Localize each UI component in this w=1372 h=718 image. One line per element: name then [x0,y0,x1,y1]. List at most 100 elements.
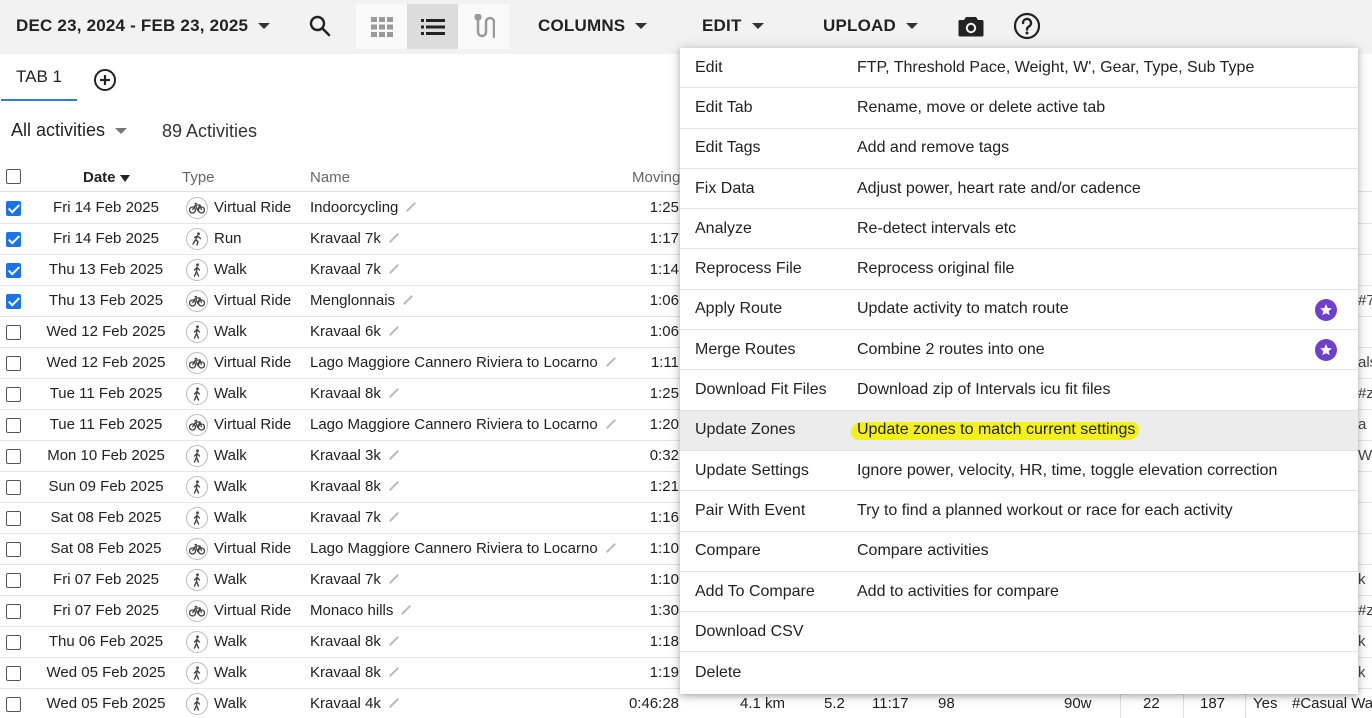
menu-item-compare[interactable]: Compare Compare activities [680,532,1358,572]
row-select-checkbox[interactable] [6,201,21,216]
row-select-checkbox[interactable] [6,480,21,495]
pencil-icon[interactable] [388,512,399,522]
pencil-icon[interactable] [403,295,414,305]
menu-item-add-to-compare[interactable]: Add To Compare Add to activities for comp… [680,572,1358,613]
activity-name[interactable]: Menglonnais [310,292,414,309]
pencil-icon[interactable] [388,481,399,491]
activity-date[interactable]: Mon 10 Feb 2025 [36,447,176,464]
activity-name[interactable]: Kravaal 6k [310,323,400,340]
activity-name[interactable]: Kravaal 4k [310,695,400,712]
activity-name[interactable]: Kravaal 8k [310,664,400,681]
row-select-checkbox[interactable] [6,294,21,309]
pencil-icon[interactable] [388,667,399,677]
menu-item-edit[interactable]: Edit FTP, Threshold Pace, Weight, W', Gea… [680,48,1358,89]
pencil-icon[interactable] [401,605,412,615]
row-select-checkbox[interactable] [6,542,21,557]
select-all-checkbox[interactable] [6,169,21,184]
activity-date[interactable]: Wed 12 Feb 2025 [36,323,176,340]
date-range-selector[interactable]: DEC 23, 2024 - FEB 23, 2025 [16,0,271,52]
activity-name[interactable]: Monaco hills [310,602,412,619]
activity-name[interactable]: Kravaal 7k [310,571,400,588]
menu-item-delete[interactable]: Delete [680,652,1358,692]
help-button[interactable] [1009,8,1045,44]
activity-name[interactable]: Lago Maggiore Cannero Riviera to Locarno [310,540,617,557]
row-select-checkbox[interactable] [6,604,21,619]
pencil-icon[interactable] [406,202,417,212]
pencil-icon[interactable] [388,388,399,398]
activity-name[interactable]: Lago Maggiore Cannero Riviera to Locarno [310,354,617,371]
activity-date[interactable]: Wed 05 Feb 2025 [36,695,176,712]
activity-name[interactable]: Kravaal 8k [310,478,400,495]
columns-menu-button[interactable]: COLUMNS [538,0,648,52]
pencil-icon[interactable] [388,698,399,708]
grid-view-button[interactable] [356,4,407,49]
menu-item-edit-tags[interactable]: Edit Tags Add and remove tags [680,129,1358,169]
activity-date[interactable]: Wed 12 Feb 2025 [36,354,176,371]
row-select-checkbox[interactable] [6,325,21,340]
date-column-header[interactable]: Date [83,169,130,186]
pencil-icon[interactable] [388,264,399,274]
activity-date[interactable]: Fri 07 Feb 2025 [36,571,176,588]
menu-item-download-csv[interactable]: Download CSV [680,612,1358,653]
plus-circle-icon[interactable] [93,68,117,92]
row-select-checkbox[interactable] [6,511,21,526]
activity-date[interactable]: Fri 14 Feb 2025 [36,199,176,216]
activity-date[interactable]: Tue 11 Feb 2025 [36,385,176,402]
pencil-icon[interactable] [388,636,399,646]
activity-name[interactable]: Kravaal 7k [310,230,400,247]
activity-date[interactable]: Fri 07 Feb 2025 [36,602,176,619]
menu-item-apply-route[interactable]: Apply Route Update activity to match rout… [680,290,1358,331]
tab-1[interactable]: TAB 1 [1,54,77,101]
pencil-icon[interactable] [388,326,399,336]
menu-item-update-settings[interactable]: Update Settings Ignore power, velocity, H… [680,451,1358,492]
menu-item-merge-routes[interactable]: Merge Routes Combine 2 routes into one [680,330,1358,371]
menu-item-reprocess-file[interactable]: Reprocess File Reprocess original file [680,249,1358,290]
upload-menu-button[interactable]: UPLOAD [823,0,918,52]
screenshot-button[interactable] [953,8,989,44]
menu-item-download-fit-files[interactable]: Download Fit Files Download zip of Interv… [680,370,1358,411]
activity-name[interactable]: Lago Maggiore Cannero Riviera to Locarno [310,416,617,433]
pencil-icon[interactable] [388,574,399,584]
activity-name[interactable]: Indoorcycling [310,199,417,216]
activity-name[interactable]: Kravaal 7k [310,509,400,526]
activity-date[interactable]: Sun 09 Feb 2025 [36,478,176,495]
activity-date[interactable]: Wed 05 Feb 2025 [36,664,176,681]
row-select-checkbox[interactable] [6,635,21,650]
activity-date[interactable]: Tue 11 Feb 2025 [36,416,176,433]
type-column-header[interactable]: Type [182,169,215,186]
activity-filter-select[interactable]: All activities [11,120,128,141]
menu-item-edit-tab[interactable]: Edit Tab Rename, move or delete active ta… [680,88,1358,129]
activity-date[interactable]: Sat 08 Feb 2025 [36,540,176,557]
row-select-checkbox[interactable] [6,697,21,712]
moving-time-column-header[interactable]: Moving [632,169,680,186]
row-select-checkbox[interactable] [6,232,21,247]
row-select-checkbox[interactable] [6,418,21,433]
row-select-checkbox[interactable] [6,666,21,681]
activity-name[interactable]: Kravaal 7k [310,261,400,278]
menu-item-update-zones[interactable]: Update Zones Update zones to match curren… [680,410,1358,451]
activity-date[interactable]: Fri 14 Feb 2025 [36,230,176,247]
pencil-icon[interactable] [388,233,399,243]
activity-date[interactable]: Sat 08 Feb 2025 [36,509,176,526]
activity-name[interactable]: Kravaal 8k [310,385,400,402]
activity-date[interactable]: Thu 06 Feb 2025 [36,633,176,650]
row-select-checkbox[interactable] [6,573,21,588]
route-view-button[interactable] [458,4,509,49]
activity-name[interactable]: Kravaal 3k [310,447,400,464]
row-select-checkbox[interactable] [6,356,21,371]
pencil-icon[interactable] [388,450,399,460]
search-button[interactable] [302,8,338,44]
menu-item-pair-with-event[interactable]: Pair With Event Try to find a planned wor… [680,491,1358,532]
edit-menu-button[interactable]: EDIT [702,0,764,52]
activity-date[interactable]: Thu 13 Feb 2025 [36,292,176,309]
activity-name[interactable]: Kravaal 8k [310,633,400,650]
menu-item-analyze[interactable]: Analyze Re-detect intervals etc [680,209,1358,250]
row-select-checkbox[interactable] [6,387,21,402]
row-select-checkbox[interactable] [6,263,21,278]
truncated-tag: k [1358,633,1366,650]
activity-date[interactable]: Thu 13 Feb 2025 [36,261,176,278]
name-column-header[interactable]: Name [310,169,350,186]
menu-item-fix-data[interactable]: Fix Data Adjust power, heart rate and/or … [680,169,1358,210]
list-view-button[interactable] [407,4,458,49]
row-select-checkbox[interactable] [6,449,21,464]
